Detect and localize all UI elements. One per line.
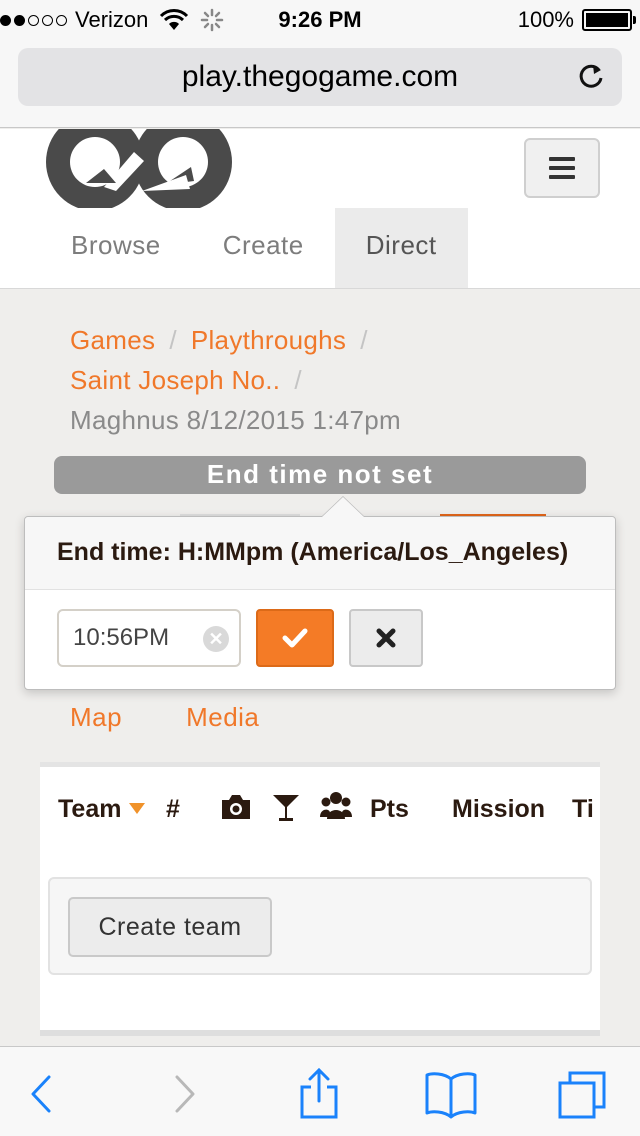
browser-toolbar (0, 1046, 640, 1136)
battery-icon (582, 9, 636, 31)
nav-tab-browse[interactable]: Browse (40, 208, 192, 288)
breadcrumb-games[interactable]: Games (70, 325, 155, 355)
end-time-bar[interactable]: End time not set (54, 456, 586, 494)
check-icon (282, 628, 308, 648)
battery-percent: 100% (517, 7, 574, 32)
card-bottom-border (40, 1030, 600, 1036)
share-icon[interactable] (292, 1067, 346, 1121)
forward-icon[interactable] (156, 1067, 210, 1121)
end-time-popover: End time: H:MMpm (America/Los_Angeles) 1… (24, 496, 616, 690)
playthrough-tabs: Map Media (70, 702, 259, 733)
sort-caret-icon (129, 803, 146, 814)
popover-title: End time: H:MMpm (America/Los_Angeles) (25, 517, 615, 590)
popover-arrow (321, 496, 365, 517)
col-team-label: Team (58, 795, 122, 823)
col-points[interactable]: Pts (370, 789, 409, 829)
create-team-panel: Create team (48, 877, 592, 975)
clear-icon[interactable]: ✕ (203, 626, 229, 652)
confirm-button[interactable] (256, 609, 334, 667)
cocktail-icon[interactable] (272, 793, 300, 835)
reload-icon[interactable] (576, 62, 606, 92)
camera-icon[interactable] (220, 793, 252, 833)
breadcrumb-separator: / (294, 365, 302, 395)
back-icon[interactable] (16, 1067, 70, 1121)
tab-map[interactable]: Map (70, 702, 122, 733)
url-text: play.thegogame.com (181, 60, 459, 93)
go-game-logo[interactable] (46, 129, 232, 208)
breadcrumb-separator: / (360, 325, 368, 355)
breadcrumb-separator: / (169, 325, 177, 355)
breadcrumb-current: Maghnus 8/12/2015 1:47pm (70, 405, 401, 435)
breadcrumb-playthroughs[interactable]: Playthroughs (191, 325, 346, 355)
col-time[interactable]: Ti (572, 789, 594, 829)
col-mission[interactable]: Mission (452, 789, 545, 829)
main-nav: Browse Create Direct (40, 208, 468, 288)
bookmarks-icon[interactable] (424, 1067, 478, 1121)
breadcrumb: Games / Playthroughs / Saint Joseph No.. / M… (70, 320, 610, 440)
end-time-input[interactable]: 10:56PM ✕ (57, 609, 241, 667)
site-header: Browse Create Direct (0, 129, 640, 289)
status-right: 100% (517, 7, 636, 33)
tab-media[interactable]: Media (186, 702, 259, 733)
end-time-value: 10:56PM (73, 624, 170, 651)
nav-tab-create[interactable]: Create (192, 208, 335, 288)
col-team[interactable]: Team (58, 789, 146, 829)
hamburger-icon (549, 157, 575, 161)
menu-button[interactable] (524, 138, 600, 198)
tabs-icon[interactable] (556, 1067, 610, 1121)
create-team-button[interactable]: Create team (68, 897, 272, 957)
breadcrumb-game[interactable]: Saint Joseph No.. (70, 365, 280, 395)
close-icon (376, 628, 396, 648)
col-number[interactable]: # (166, 789, 180, 829)
nav-tab-direct[interactable]: Direct (334, 208, 468, 288)
users-icon[interactable] (320, 791, 352, 833)
browser-chrome: play.thegogame.com (0, 40, 640, 128)
status-bar: Verizon 9:26 PM 100% (0, 0, 640, 40)
address-bar[interactable]: play.thegogame.com (18, 48, 622, 106)
cancel-button[interactable] (349, 609, 423, 667)
team-table-card: Team # Pts Mission Ti Create team (40, 762, 600, 1030)
